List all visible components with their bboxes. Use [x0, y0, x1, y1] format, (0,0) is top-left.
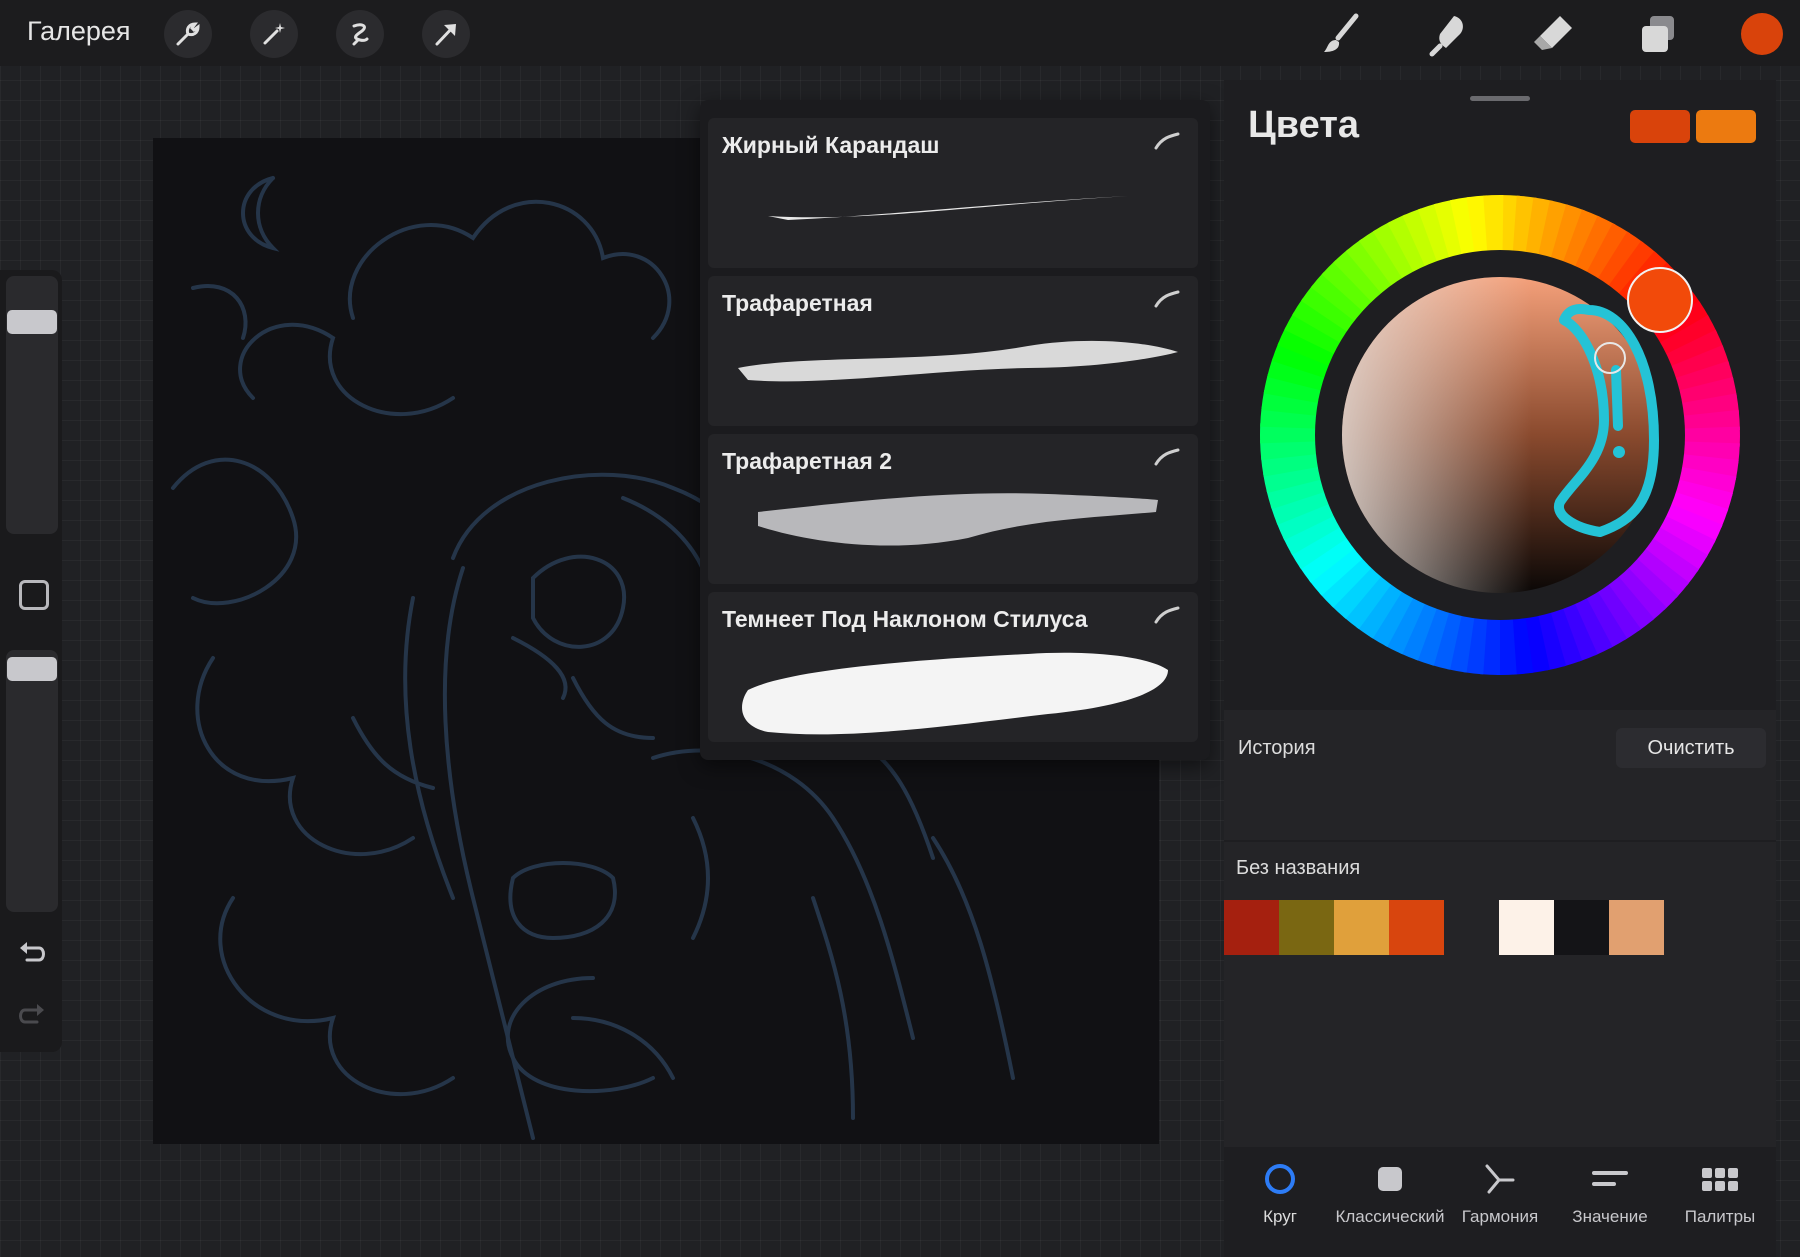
circle-icon: [1265, 1164, 1295, 1194]
tab-classic[interactable]: Классический: [1334, 1162, 1446, 1227]
layers-icon[interactable]: [1634, 10, 1682, 58]
brush-edit-icon[interactable]: [1154, 448, 1180, 466]
brush-item[interactable]: Жирный Карандаш: [708, 118, 1198, 268]
left-sidebar: [0, 270, 62, 1052]
brush-item[interactable]: Темнеет Под Наклоном Стилуса: [708, 592, 1198, 742]
brush-stroke-preview: [768, 196, 1128, 220]
color-wheel[interactable]: [1224, 160, 1776, 712]
brush-edit-icon[interactable]: [1154, 290, 1180, 308]
top-toolbar: Галерея: [0, 0, 1800, 66]
tab-label: Круг: [1263, 1207, 1297, 1226]
panel-grabber[interactable]: [1470, 96, 1530, 101]
primary-color-swatch[interactable]: [1630, 110, 1690, 143]
brush-edit-icon[interactable]: [1154, 132, 1180, 150]
tab-label: Значение: [1572, 1207, 1648, 1226]
brush-name: Трафаретная: [722, 290, 873, 316]
brush-stroke-preview: [738, 340, 1178, 382]
undo-icon[interactable]: [17, 938, 47, 968]
brush-icon[interactable]: [1318, 10, 1366, 58]
palette-swatch[interactable]: [1389, 900, 1444, 955]
brush-size-thumb[interactable]: [7, 310, 57, 334]
tab-harmony[interactable]: Гармония: [1444, 1162, 1556, 1227]
grid-icon: [1702, 1168, 1738, 1191]
palette-swatch[interactable]: [1279, 900, 1334, 955]
tab-label: Гармония: [1461, 1207, 1539, 1226]
palette-swatch[interactable]: [1554, 900, 1609, 955]
tab-label: Классический: [1335, 1207, 1445, 1226]
magic-wand-icon[interactable]: [250, 10, 298, 58]
tab-palettes[interactable]: Палитры: [1664, 1162, 1776, 1227]
sliders-icon: [1592, 1171, 1628, 1186]
smudge-icon[interactable]: [1424, 10, 1472, 58]
opacity-thumb[interactable]: [7, 657, 57, 681]
wrench-icon[interactable]: [164, 10, 212, 58]
clear-history-button[interactable]: Очистить: [1616, 728, 1766, 768]
brush-stroke-preview: [758, 493, 1158, 546]
hue-picker-handle[interactable]: [1627, 267, 1693, 333]
brush-item[interactable]: Трафаретная: [708, 276, 1198, 426]
palette-name: Без названия: [1236, 857, 1361, 879]
redo-icon[interactable]: [17, 1000, 47, 1030]
palette-swatch[interactable]: [1609, 900, 1664, 955]
palette-swatch[interactable]: [1334, 900, 1389, 955]
palette-area: [1224, 842, 1776, 1147]
gallery-button[interactable]: Галерея: [27, 16, 131, 47]
brush-stroke-preview: [742, 652, 1168, 735]
tab-disc[interactable]: Круг: [1224, 1162, 1336, 1227]
brush-edit-icon[interactable]: [1154, 606, 1180, 624]
brush-name: Темнеет Под Наклоном Стилуса: [722, 606, 1088, 632]
brush-name: Трафаретная 2: [722, 448, 893, 474]
current-color-button[interactable]: [1741, 13, 1783, 55]
brush-library: Жирный Карандаш Трафаретная Трафаретная …: [700, 100, 1210, 760]
transform-arrow-icon[interactable]: [422, 10, 470, 58]
palette-swatch[interactable]: [1499, 900, 1554, 955]
palette-swatch[interactable]: [1224, 900, 1279, 955]
tab-value[interactable]: Значение: [1554, 1162, 1666, 1227]
tab-label: Палитры: [1684, 1207, 1756, 1226]
panel-title: Цвета: [1248, 104, 1359, 146]
brush-item[interactable]: Трафаретная 2: [708, 434, 1198, 584]
eraser-icon[interactable]: [1530, 10, 1578, 58]
opacity-slider[interactable]: [6, 650, 58, 912]
selection-icon[interactable]: [336, 10, 384, 58]
square-icon: [1378, 1167, 1402, 1191]
brush-name: Жирный Карандаш: [722, 132, 940, 158]
modify-button[interactable]: [19, 580, 49, 610]
harmony-icon: [1485, 1164, 1515, 1194]
colors-panel: Цвета История Очистить Без названия Круг…: [1224, 80, 1776, 1257]
secondary-color-swatch[interactable]: [1696, 110, 1756, 143]
history-label: История: [1238, 737, 1316, 759]
